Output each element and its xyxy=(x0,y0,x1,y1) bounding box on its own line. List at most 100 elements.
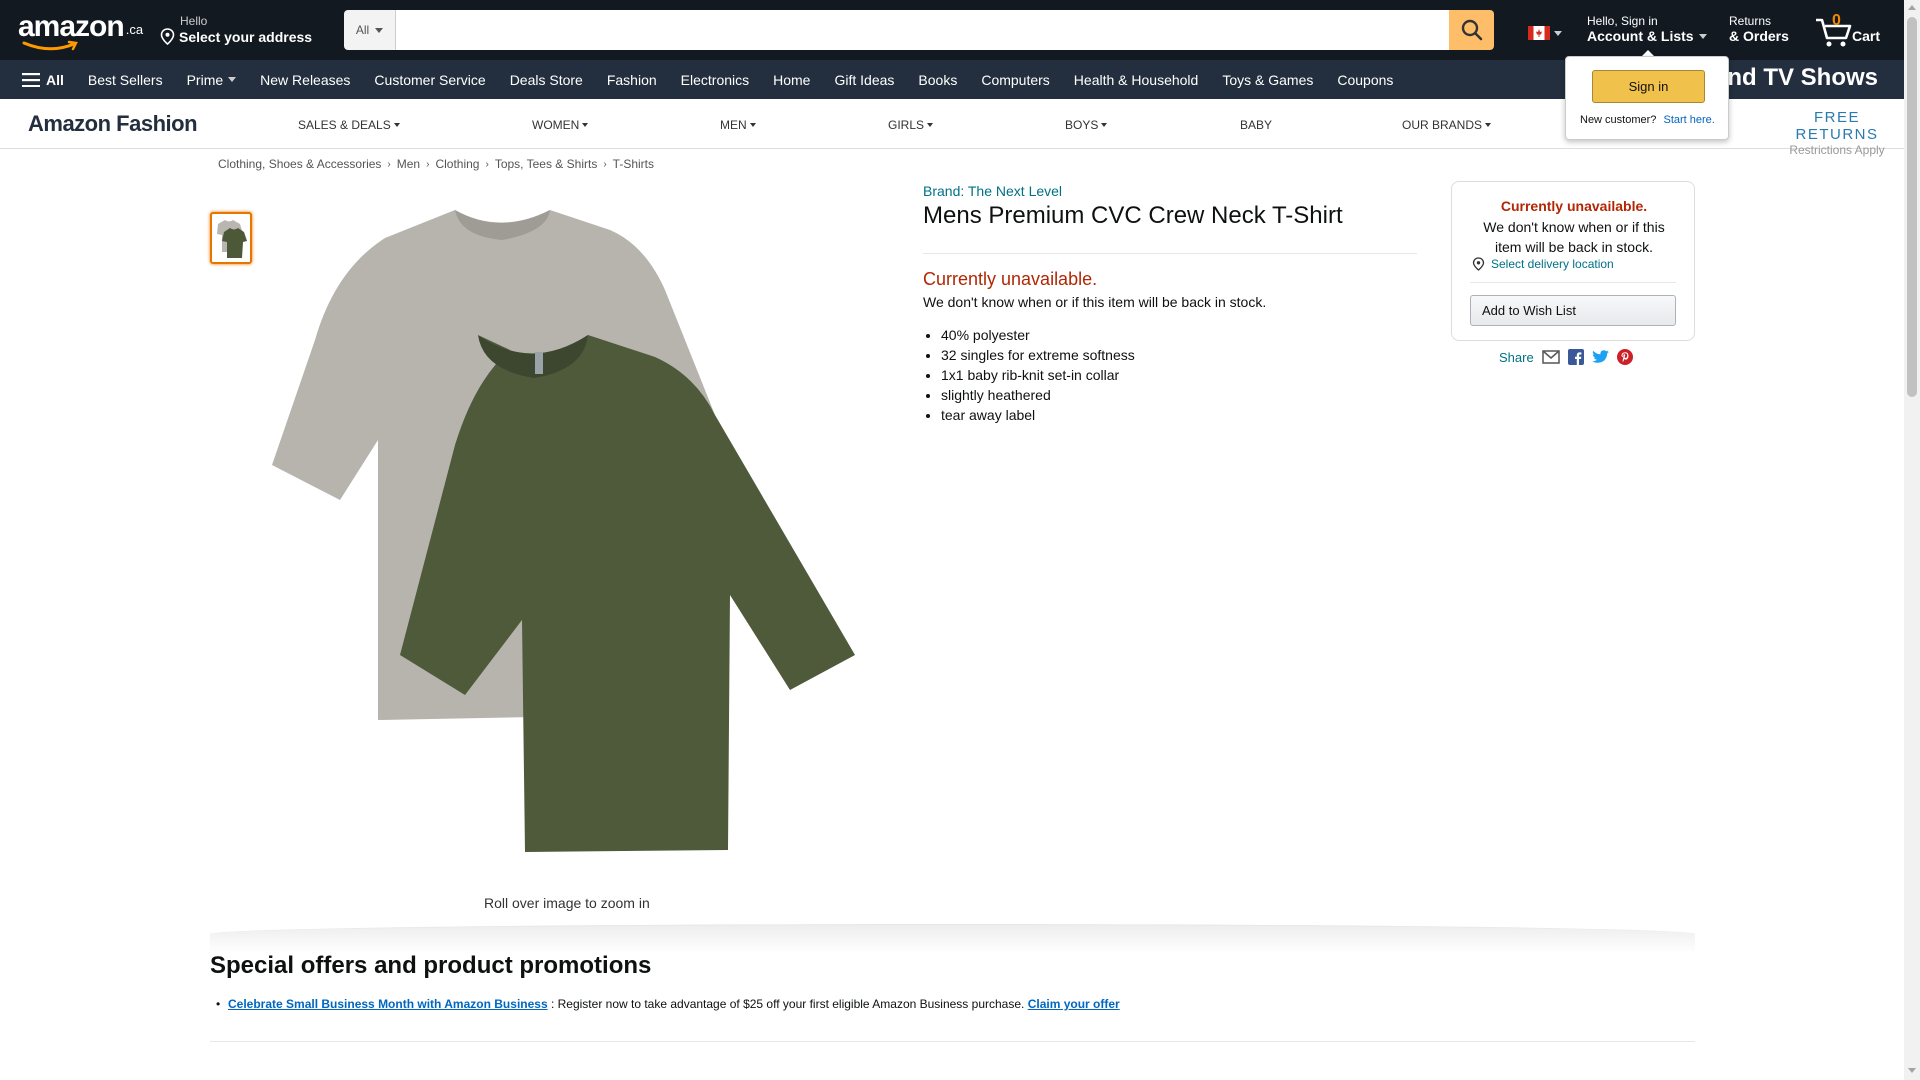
free-returns-badge[interactable]: FREE RETURNS Restrictions Apply xyxy=(1770,109,1904,157)
nav-fashion[interactable]: Fashion xyxy=(595,72,669,88)
caret-down-icon xyxy=(375,27,384,33)
subnav-baby[interactable]: BABY xyxy=(1240,118,1272,132)
breadcrumb-item[interactable]: T-Shirts xyxy=(613,157,654,171)
search-icon xyxy=(1461,19,1482,41)
subnav-girls[interactable]: GIRLS xyxy=(888,118,934,132)
returns-label: Returns xyxy=(1729,14,1772,28)
amazon-logo[interactable]: amazon .ca xyxy=(18,10,143,51)
orders-label: & Orders xyxy=(1729,28,1789,44)
section-separator xyxy=(210,924,1695,954)
image-thumbnail[interactable] xyxy=(210,212,252,264)
availability-note: We don't know when or if this item will … xyxy=(923,294,1267,310)
subnav-label: OUR BRANDS xyxy=(1402,118,1483,132)
nav-prime[interactable]: Prime xyxy=(175,72,249,88)
subnav-label: SALES & DEALS xyxy=(298,118,391,132)
divider xyxy=(210,1041,1695,1042)
claim-offer-link[interactable]: Claim your offer xyxy=(1028,997,1120,1011)
logo-text: amazon xyxy=(18,10,125,43)
add-to-wish-list-button[interactable]: Add to Wish List xyxy=(1470,295,1676,326)
buybox-note: We don't know when or if this item will … xyxy=(1483,219,1665,255)
page: amazon .ca Hello Select your address All xyxy=(0,0,1920,1080)
breadcrumb-item[interactable]: Clothing xyxy=(435,157,479,171)
select-delivery-location[interactable]: Select delivery location xyxy=(1472,257,1614,271)
amazon-fashion-logo[interactable]: Amazon Fashion xyxy=(28,111,198,137)
subnav-label: WOMEN xyxy=(532,118,580,132)
caret-down-icon xyxy=(393,123,400,127)
nav-electronics[interactable]: Electronics xyxy=(669,72,761,88)
all-menu-label: All xyxy=(46,71,64,88)
restrictions-label: Restrictions Apply xyxy=(1789,143,1885,157)
signin-flyout: Sign in New customer? Start here. xyxy=(1565,56,1729,140)
breadcrumb-item[interactable]: Clothing, Shoes & Accessories xyxy=(218,157,381,171)
zoom-instruction: Roll over image to zoom in xyxy=(484,895,650,911)
buybox-availability: Currently unavailable. xyxy=(1500,198,1648,214)
signin-button[interactable]: Sign in xyxy=(1592,70,1705,103)
feature-bullet: 40% polyester xyxy=(941,325,1135,345)
smile-arrow-icon xyxy=(22,40,78,51)
tshirt-thumbnail-image xyxy=(217,220,247,258)
product-main-image[interactable] xyxy=(270,200,870,860)
search-input[interactable] xyxy=(396,10,1449,50)
subnav-boys[interactable]: BOYS xyxy=(1065,118,1108,132)
nav-coupons[interactable]: Coupons xyxy=(1325,72,1405,88)
nav-best-sellers[interactable]: Best Sellers xyxy=(76,72,175,88)
pinterest-icon[interactable] xyxy=(1616,349,1633,365)
divider xyxy=(1470,282,1676,283)
scroll-down-arrow-icon[interactable] xyxy=(1908,1068,1916,1073)
address-hello: Hello xyxy=(180,14,208,28)
promotion-text: : Register now to take advantage of $25 … xyxy=(547,997,1028,1011)
subnav-our-brands[interactable]: OUR BRANDS xyxy=(1402,118,1492,132)
breadcrumb-item[interactable]: Tops, Tees & Shirts xyxy=(495,157,598,171)
feature-bullets: 40% polyester 32 singles for extreme sof… xyxy=(941,325,1135,425)
free-returns-label: FREE RETURNS xyxy=(1795,109,1879,143)
nav-gift-ideas[interactable]: Gift Ideas xyxy=(822,72,906,88)
returns-orders-link[interactable]: Returns & Orders xyxy=(1729,14,1789,44)
feature-bullet: 1x1 baby rib-knit set-in collar xyxy=(941,365,1135,385)
all-menu-button[interactable]: All xyxy=(0,72,76,88)
brand-link[interactable]: Brand: The Next Level xyxy=(923,183,1062,199)
delivery-location-label: Select delivery location xyxy=(1491,257,1614,271)
nav-health-household[interactable]: Health & Household xyxy=(1062,72,1211,88)
feature-bullet: slightly heathered xyxy=(941,385,1135,405)
page-scrollbar[interactable] xyxy=(1904,0,1920,1080)
nav-books[interactable]: Books xyxy=(906,72,969,88)
promotion-item: Celebrate Small Business Month with Amaz… xyxy=(216,997,1120,1011)
feature-bullet: tear away label xyxy=(941,405,1135,425)
subnav-sales-deals[interactable]: SALES & DEALS xyxy=(298,118,400,132)
promotion-link[interactable]: Celebrate Small Business Month with Amaz… xyxy=(228,997,548,1011)
nav-customer-service[interactable]: Customer Service xyxy=(362,72,497,88)
nav-computers[interactable]: Computers xyxy=(969,72,1061,88)
search-button[interactable] xyxy=(1449,10,1494,50)
nav-new-releases[interactable]: New Releases xyxy=(248,72,362,88)
language-selector[interactable] xyxy=(1528,26,1562,40)
address-selector[interactable]: Hello Select your address xyxy=(160,14,312,45)
nav-toys-games[interactable]: Toys & Games xyxy=(1210,72,1325,88)
twitter-icon[interactable] xyxy=(1591,350,1609,364)
nav-prime-label: Prime xyxy=(186,71,224,88)
share-label: Share xyxy=(1499,349,1534,365)
nav-deals-store[interactable]: Deals Store xyxy=(498,72,595,88)
subnav-label: BABY xyxy=(1240,118,1273,132)
scroll-up-arrow-icon[interactable] xyxy=(1908,5,1916,10)
hamburger-icon xyxy=(22,72,40,87)
scrollbar-thumb[interactable] xyxy=(1907,17,1917,397)
divider xyxy=(923,253,1417,254)
breadcrumb: Clothing, Shoes & Accessories › Men › Cl… xyxy=(218,157,654,171)
nav-home[interactable]: Home xyxy=(761,72,822,88)
facebook-icon[interactable] xyxy=(1567,349,1584,365)
breadcrumb-item[interactable]: Men xyxy=(397,157,420,171)
start-here-link[interactable]: Start here. xyxy=(1663,114,1714,126)
new-customer-label: New customer? xyxy=(1580,114,1657,126)
account-menu[interactable]: Hello, Sign in Account & Lists xyxy=(1587,14,1707,44)
email-icon[interactable] xyxy=(1541,350,1560,364)
location-pin-icon xyxy=(160,28,175,45)
chevron-right-icon: › xyxy=(387,158,391,170)
tshirt-product-image xyxy=(272,210,855,852)
subnav-women[interactable]: WOMEN xyxy=(532,118,589,132)
nav-promo-banner[interactable]: and TV Shows xyxy=(1714,64,1878,92)
chevron-right-icon: › xyxy=(426,158,430,170)
subnav-men[interactable]: MEN xyxy=(720,118,756,132)
cart-link[interactable]: 0 Cart xyxy=(1814,12,1894,48)
caret-down-icon xyxy=(1101,123,1108,127)
search-department-select[interactable]: All xyxy=(344,10,396,50)
